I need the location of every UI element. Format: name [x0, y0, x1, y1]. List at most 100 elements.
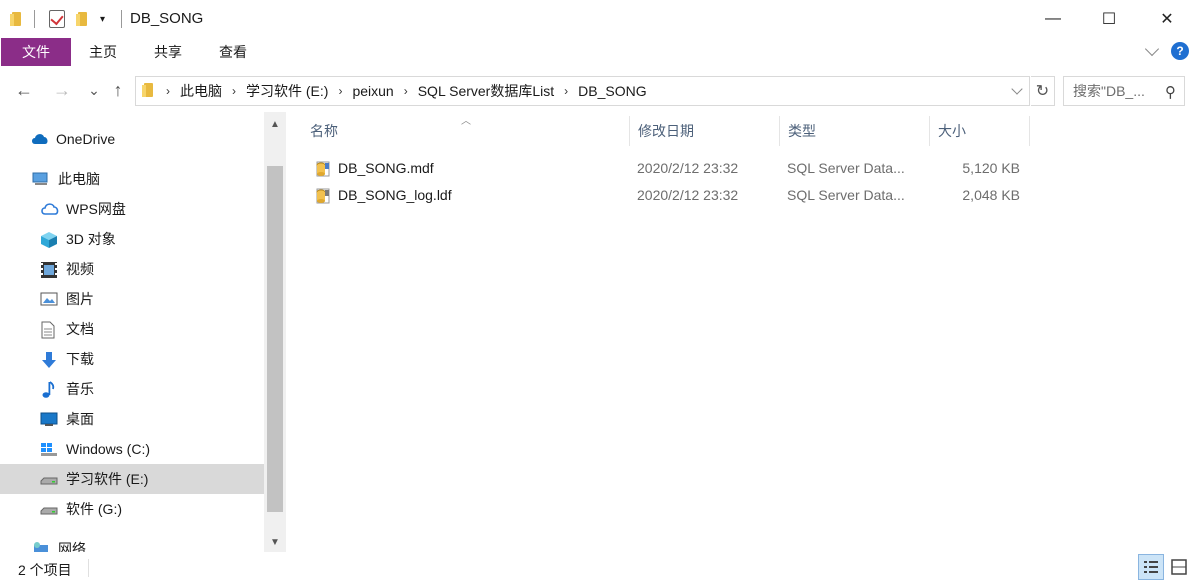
- breadcrumb-peixun[interactable]: peixun: [352, 83, 393, 99]
- breadcrumb-sql-server-list[interactable]: SQL Server数据库List: [418, 81, 554, 101]
- customize-toolbar-icon[interactable]: ▾: [100, 9, 105, 29]
- details-view-icon: [1144, 561, 1158, 573]
- download-icon: [40, 351, 58, 368]
- chevron-right-icon[interactable]: ›: [166, 84, 170, 98]
- window-title: DB_SONG: [130, 10, 204, 27]
- sidebar-item-label: 文档: [66, 321, 94, 337]
- sidebar-item-label: 图片: [66, 291, 94, 307]
- drive-icon: [40, 471, 58, 487]
- windows-drive-icon: [40, 441, 58, 457]
- help-icon[interactable]: ?: [1171, 42, 1189, 60]
- desktop-icon: [40, 411, 58, 427]
- address-bar[interactable]: › 此电脑 › 学习软件 (E:) › peixun › SQL Server数…: [135, 76, 1030, 106]
- divider: [88, 559, 89, 577]
- sidebar-item-label: Windows (C:): [66, 441, 151, 457]
- back-button[interactable]: ←: [12, 78, 36, 102]
- navigation-bar: ← → ⌄ ↑ › 此电脑 › 学习软件 (E:) › peixun › SQL…: [0, 70, 1199, 112]
- status-bar: 2 个项目: [0, 552, 1199, 583]
- sidebar-item-label: 桌面: [66, 411, 94, 427]
- sidebar-item-this-pc[interactable]: 此电脑: [0, 164, 264, 194]
- chevron-right-icon[interactable]: ›: [232, 84, 236, 98]
- computer-icon: [32, 171, 50, 187]
- scroll-down-icon[interactable]: ▼: [264, 532, 286, 552]
- sidebar-item-pictures[interactable]: 图片: [0, 284, 264, 314]
- sidebar-item-network[interactable]: 网络: [0, 534, 264, 552]
- sidebar-item-label: OneDrive: [56, 131, 116, 147]
- tab-share[interactable]: 共享: [145, 38, 191, 66]
- search-placeholder: 搜索"DB_...: [1073, 83, 1145, 99]
- column-header-name[interactable]: 名称: [302, 116, 630, 146]
- sidebar-item-videos[interactable]: 视频: [0, 254, 264, 284]
- sidebar-item-label: 网络: [58, 541, 86, 552]
- sidebar-item-drive-e[interactable]: 学习软件 (E:): [0, 464, 264, 494]
- nav-scrollbar[interactable]: ▲ ▼: [264, 112, 286, 552]
- breadcrumb-this-pc[interactable]: 此电脑: [180, 81, 222, 101]
- table-row[interactable]: DB_SONG_log.ldf 2020/2/12 23:32 SQL Serv…: [306, 182, 1036, 208]
- sidebar-item-documents[interactable]: 文档: [0, 314, 264, 344]
- refresh-icon[interactable]: ↻: [1031, 76, 1055, 106]
- cloud-icon: [30, 131, 48, 147]
- title-bar: ▾ DB_SONG — ☐ ✕: [0, 0, 1199, 38]
- search-input[interactable]: 搜索"DB_... ⚲: [1063, 76, 1185, 106]
- column-header-modified[interactable]: 修改日期: [630, 116, 780, 146]
- new-folder-icon[interactable]: [76, 9, 90, 29]
- drive-icon: [40, 501, 58, 517]
- column-header-type[interactable]: 类型: [780, 116, 930, 146]
- table-row[interactable]: DB_SONG.mdf 2020/2/12 23:32 SQL Server D…: [306, 155, 1036, 181]
- video-icon: [40, 261, 58, 278]
- sidebar-item-label: 3D 对象: [66, 231, 116, 247]
- tab-view[interactable]: 查看: [210, 38, 256, 66]
- sidebar-item-label: 此电脑: [58, 171, 100, 187]
- file-modified: 2020/2/12 23:32: [637, 187, 739, 203]
- file-list: ︿ 名称 修改日期 类型 大小 DB_SONG.mdf 2020/2/12 23…: [286, 112, 1199, 552]
- sidebar-item-drive-g[interactable]: 软件 (G:): [0, 494, 264, 524]
- sidebar-item-downloads[interactable]: 下载: [0, 344, 264, 374]
- sidebar-item-music[interactable]: 音乐: [0, 374, 264, 404]
- scrollbar-thumb[interactable]: [267, 166, 283, 512]
- chevron-right-icon[interactable]: ›: [404, 84, 408, 98]
- cube-3d-icon: [40, 231, 58, 248]
- chevron-right-icon[interactable]: ›: [338, 84, 342, 98]
- column-header-size[interactable]: 大小: [930, 116, 1030, 146]
- file-name: DB_SONG_log.ldf: [338, 187, 452, 203]
- file-size: 2,048 KB: [962, 187, 1020, 203]
- sidebar-item-label: 音乐: [66, 381, 94, 397]
- minimize-button[interactable]: —: [1030, 0, 1076, 38]
- tab-file[interactable]: 文件: [1, 38, 71, 66]
- sidebar-item-label: 软件 (G:): [66, 501, 122, 517]
- wps-cloud-icon: [40, 201, 59, 217]
- network-icon: [32, 541, 50, 552]
- database-log-file-icon: [314, 186, 332, 212]
- file-type: SQL Server Data...: [787, 160, 905, 176]
- large-icons-view-button[interactable]: [1166, 554, 1192, 580]
- search-icon[interactable]: ⚲: [1165, 83, 1176, 101]
- chevron-right-icon[interactable]: ›: [564, 84, 568, 98]
- scroll-up-icon[interactable]: ▲: [264, 114, 286, 134]
- up-button[interactable]: ↑: [106, 78, 130, 102]
- properties-icon[interactable]: [49, 9, 65, 29]
- maximize-button[interactable]: ☐: [1086, 0, 1132, 38]
- folder-icon: [142, 82, 156, 101]
- folder-icon: [10, 9, 24, 29]
- sidebar-item-3d-objects[interactable]: 3D 对象: [0, 224, 264, 254]
- file-modified: 2020/2/12 23:32: [637, 160, 739, 176]
- breadcrumb-db-song[interactable]: DB_SONG: [578, 83, 646, 99]
- sidebar-item-drive-c[interactable]: Windows (C:): [0, 434, 264, 464]
- sidebar-item-desktop[interactable]: 桌面: [0, 404, 264, 434]
- forward-button[interactable]: →: [50, 78, 74, 102]
- expand-ribbon-icon[interactable]: [1144, 41, 1160, 56]
- breadcrumb-drive-e[interactable]: 学习软件 (E:): [246, 81, 328, 101]
- sidebar-item-wps-cloud[interactable]: WPS网盘: [0, 194, 264, 224]
- sidebar-item-label: WPS网盘: [66, 201, 126, 217]
- address-dropdown-icon[interactable]: [1005, 77, 1029, 105]
- tab-home[interactable]: 主页: [80, 38, 126, 66]
- file-type: SQL Server Data...: [787, 187, 905, 203]
- recent-locations-button[interactable]: ⌄: [82, 78, 106, 102]
- sidebar-item-onedrive[interactable]: OneDrive: [0, 124, 264, 154]
- file-name: DB_SONG.mdf: [338, 160, 434, 176]
- sidebar-item-label: 学习软件 (E:): [66, 471, 149, 487]
- music-icon: [40, 381, 58, 398]
- details-view-button[interactable]: [1138, 554, 1164, 580]
- item-count: 2 个项目: [18, 562, 72, 578]
- close-button[interactable]: ✕: [1144, 0, 1190, 38]
